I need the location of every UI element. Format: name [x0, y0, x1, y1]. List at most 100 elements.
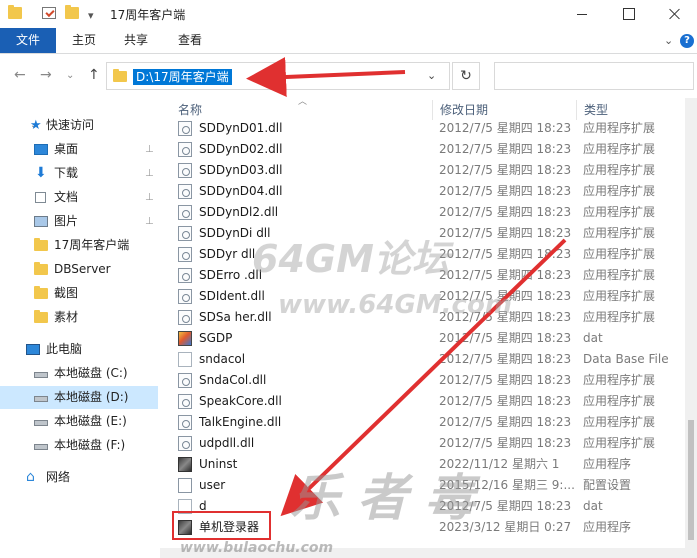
dll-icon [178, 268, 192, 283]
refresh-button[interactable]: ↻ [452, 62, 480, 90]
vertical-scrollbar[interactable] [685, 98, 697, 558]
file-type: 应用程序扩展 [583, 415, 656, 429]
scrollbar-thumb[interactable] [688, 420, 694, 540]
file-row[interactable]: SDDynDl2.dll 2012/7/5 星期四 18:23 应用程序扩展 [160, 202, 685, 223]
file-row[interactable]: SDDynDi dll 2012/7/5 星期四 18:23 应用程序扩展 [160, 223, 685, 244]
file-name: sndacol [199, 352, 246, 366]
help-icon[interactable]: ? [680, 34, 694, 48]
dll-icon [178, 373, 192, 388]
sidebar-item-pictures[interactable]: 图片 ⊥ [0, 210, 158, 233]
file-row[interactable]: SDDynD03.dll 2012/7/5 星期四 18:23 应用程序扩展 [160, 160, 685, 181]
tab-share[interactable]: 共享 [112, 28, 160, 53]
search-input[interactable] [494, 62, 694, 90]
file-name: Uninst [199, 457, 238, 471]
file-row[interactable]: SDSa her.dll 2012/7/5 星期四 18:23 应用程序扩展 [160, 307, 685, 328]
recent-locations-icon[interactable]: ⌄ [66, 70, 74, 81]
sidebar-item-quick-access[interactable]: ⌄ ★ 快速访问 [0, 114, 158, 137]
file-name: SDDynD01.dll [199, 121, 283, 135]
file-row[interactable]: udpdll.dll 2012/7/5 星期四 18:23 应用程序扩展 [160, 433, 685, 454]
sidebar-item-network[interactable]: ⌂ 网络 [0, 466, 158, 489]
computer-icon [26, 344, 40, 355]
file-row[interactable]: Uninst 2022/11/12 星期六 1 应用程序 [160, 454, 685, 475]
horizontal-scrollbar[interactable] [160, 548, 685, 558]
file-date: 2012/7/5 星期四 18:23 [439, 247, 572, 261]
game-icon [178, 331, 192, 346]
file-row[interactable]: SndaCol.dll 2012/7/5 星期四 18:23 应用程序扩展 [160, 370, 685, 391]
tab-file[interactable]: 文件 [0, 28, 56, 53]
tab-home[interactable]: 主页 [60, 28, 108, 53]
folder-icon [8, 5, 22, 19]
drive-icon [34, 396, 48, 402]
dll-icon [178, 163, 192, 178]
address-dropdown-icon[interactable]: ⌄ [427, 69, 436, 82]
minimize-button[interactable] [559, 0, 605, 28]
file-name: SDErro .dll [199, 268, 263, 282]
file-row[interactable]: TalkEngine.dll 2012/7/5 星期四 18:23 应用程序扩展 [160, 412, 685, 433]
file-date: 2012/7/5 星期四 18:23 [439, 226, 572, 240]
sidebar-item-desktop[interactable]: 桌面 ⊥ [0, 138, 158, 161]
sidebar-item-17th-client[interactable]: 17周年客户端 [0, 234, 158, 257]
file-date: 2012/7/5 星期四 18:23 [439, 310, 572, 324]
pin-icon: ⊥ [145, 192, 154, 203]
column-divider[interactable] [576, 100, 577, 120]
new-folder-icon[interactable] [65, 5, 79, 19]
highlight-box [172, 511, 271, 540]
expand-ribbon-icon[interactable]: ⌄ [664, 34, 673, 47]
file-row[interactable]: sndacol 2012/7/5 星期四 18:23 Data Base File [160, 349, 685, 370]
file-date: 2012/7/5 星期四 18:23 [439, 373, 572, 387]
file-row[interactable]: user 2015/12/16 星期三 9:... 配置设置 [160, 475, 685, 496]
file-type: 配置设置 [583, 478, 632, 492]
sidebar-item-drive-c[interactable]: 本地磁盘 (C:) [0, 362, 158, 385]
sidebar-item-materials[interactable]: 素材 [0, 306, 158, 329]
file-row[interactable]: SDErro .dll 2012/7/5 星期四 18:23 应用程序扩展 [160, 265, 685, 286]
sidebar-item-documents[interactable]: 文档 ⊥ [0, 186, 158, 209]
file-name: user [199, 478, 226, 492]
dll-icon [178, 184, 192, 199]
column-divider[interactable] [432, 100, 433, 120]
sidebar-item-downloads[interactable]: ⬇ 下载 ⊥ [0, 162, 158, 185]
quick-access-dropdown-icon[interactable]: ▾ [88, 9, 94, 22]
file-name: TalkEngine.dll [199, 415, 282, 429]
tab-view[interactable]: 查看 [166, 28, 214, 53]
file-name: SDSa her.dll [199, 310, 272, 324]
file-row[interactable]: SDDynD02.dll 2012/7/5 星期四 18:23 应用程序扩展 [160, 139, 685, 160]
sidebar-item-drive-f[interactable]: 本地磁盘 (F:) [0, 434, 158, 457]
file-date: 2012/7/5 星期四 18:23 [439, 205, 572, 219]
file-date: 2012/7/5 星期四 18:23 [439, 163, 572, 177]
close-button[interactable] [651, 0, 697, 28]
file-row[interactable]: SpeakCore.dll 2012/7/5 星期四 18:23 应用程序扩展 [160, 391, 685, 412]
file-date: 2012/7/5 星期四 18:23 [439, 352, 572, 366]
file-type: 应用程序扩展 [583, 268, 656, 282]
file-row[interactable]: SDDynD01.dll 2012/7/5 星期四 18:23 应用程序扩展 [160, 118, 685, 139]
pin-icon: ⊥ [145, 216, 154, 227]
back-arrow-icon[interactable]: ← [14, 67, 26, 83]
file-row[interactable]: SDDynD04.dll 2012/7/5 星期四 18:23 应用程序扩展 [160, 181, 685, 202]
file-type: 应用程序扩展 [583, 163, 656, 177]
up-arrow-icon[interactable]: ↑ [88, 67, 100, 83]
file-type: 应用程序扩展 [583, 289, 656, 303]
dll-icon [178, 415, 192, 430]
dll-icon [178, 394, 192, 409]
app-icon [178, 457, 192, 472]
folder-icon [113, 69, 127, 82]
sidebar-item-screenshots[interactable]: 截图 [0, 282, 158, 305]
address-bar[interactable]: D:\17周年客户端 ⌄ [106, 62, 450, 90]
file-name: SDDynD04.dll [199, 184, 283, 198]
file-type: 应用程序 [583, 520, 632, 534]
file-date: 2012/7/5 星期四 18:23 [439, 121, 572, 135]
file-name: SDDynDl2.dll [199, 205, 279, 219]
network-icon: ⌂ [26, 469, 35, 485]
maximize-button[interactable] [605, 0, 651, 28]
drive-icon [34, 372, 48, 378]
sidebar-item-drive-d[interactable]: 本地磁盘 (D:) [0, 386, 158, 409]
forward-arrow-icon[interactable]: → [40, 67, 52, 83]
properties-icon[interactable] [42, 7, 56, 19]
file-row[interactable]: SGDP 2012/7/5 星期四 18:23 dat [160, 328, 685, 349]
file-row[interactable]: SDDyr dll 2012/7/5 星期四 18:23 应用程序扩展 [160, 244, 685, 265]
sidebar-item-drive-e[interactable]: 本地磁盘 (E:) [0, 410, 158, 433]
blank-file-icon [178, 352, 192, 367]
file-row[interactable]: SDIdent.dll 2012/7/5 星期四 18:23 应用程序扩展 [160, 286, 685, 307]
address-path[interactable]: D:\17周年客户端 [133, 69, 232, 85]
sidebar-item-dbserver[interactable]: DBServer [0, 258, 158, 281]
sidebar-item-this-pc[interactable]: 此电脑 [0, 338, 158, 361]
